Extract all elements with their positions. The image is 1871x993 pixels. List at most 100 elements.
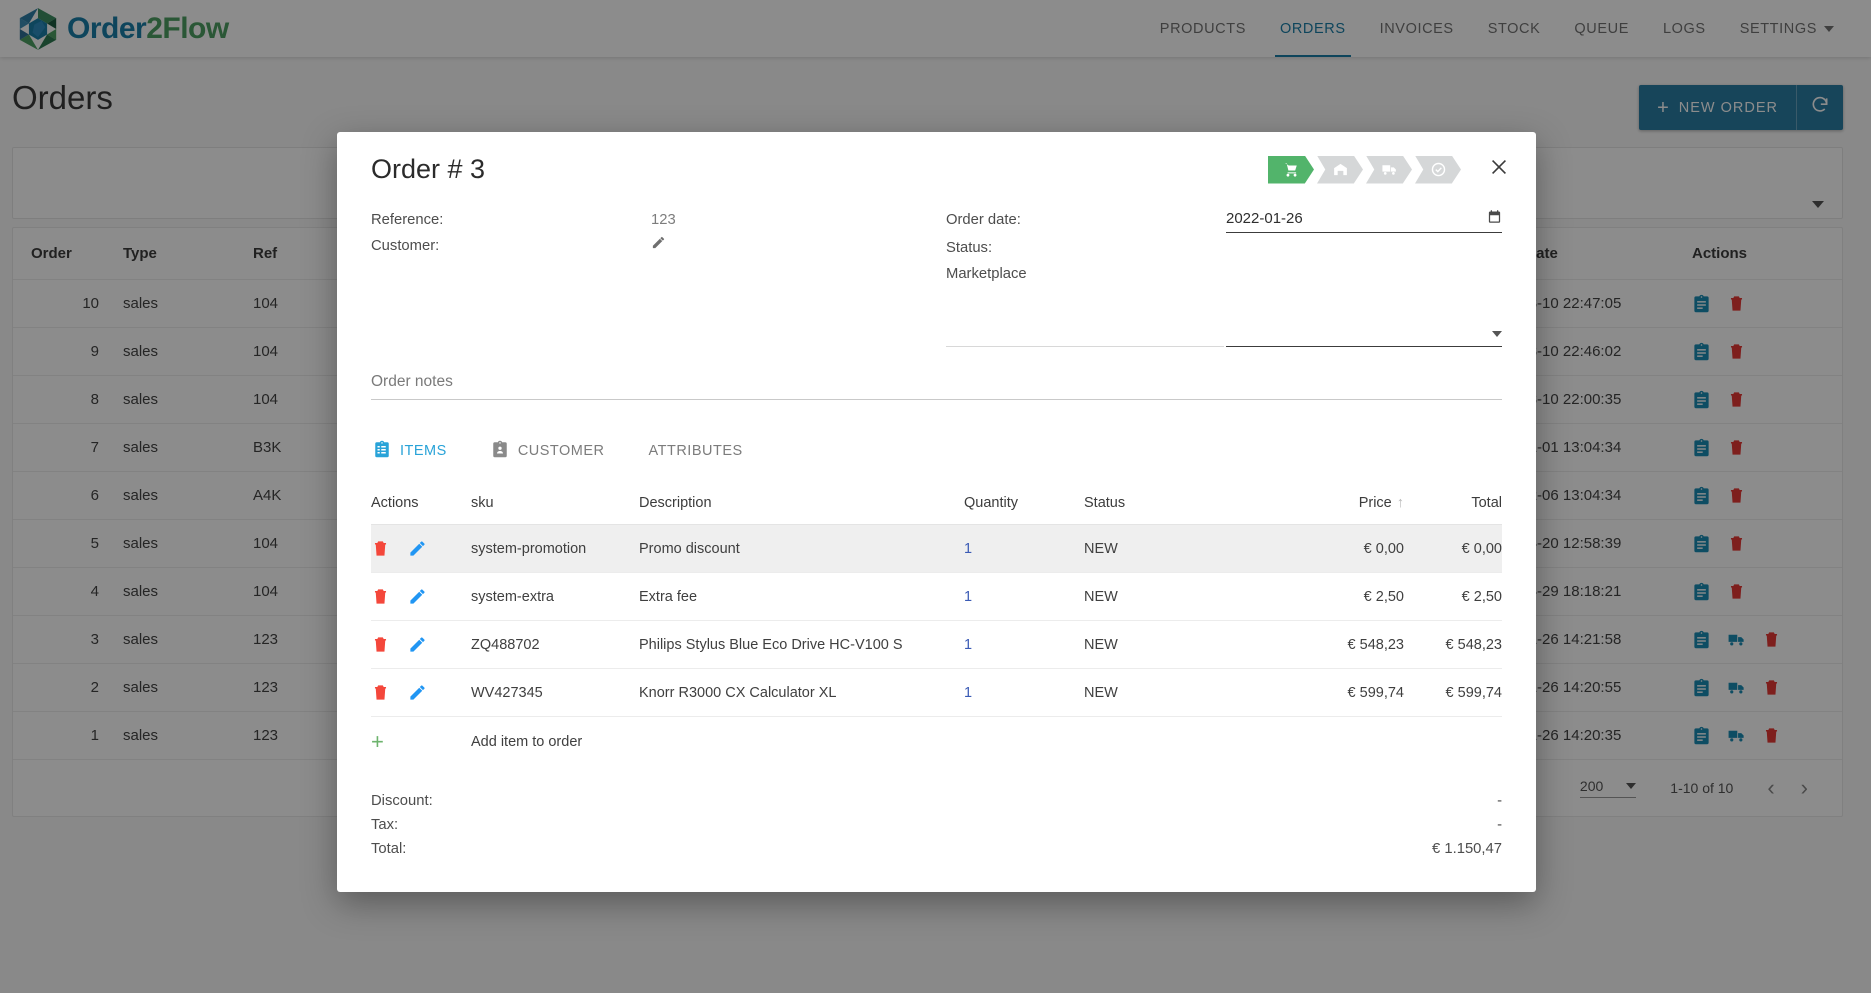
customer-label: Customer: bbox=[371, 238, 440, 254]
marketplace-label: Marketplace bbox=[946, 266, 1027, 282]
items-table-header: Actions sku Description Quantity Status … bbox=[371, 481, 1502, 525]
item-status: NEW bbox=[1084, 636, 1118, 653]
edit-item-icon[interactable] bbox=[408, 587, 427, 606]
order-fields-right: Order date: 2022-01-26 Status: Marketpla… bbox=[914, 209, 1502, 347]
modal-body: Reference: 123 Customer: Order date: 202… bbox=[337, 199, 1536, 892]
tab-label: ITEMS bbox=[400, 443, 447, 459]
order-date-value: 2022-01-26 bbox=[1226, 210, 1303, 227]
item-sku: system-promotion bbox=[471, 540, 587, 557]
items-column-total[interactable]: Total bbox=[1404, 495, 1502, 511]
items-column-price-label: Price bbox=[1358, 494, 1392, 511]
discount-label: Discount: bbox=[371, 793, 433, 809]
items-column-sku[interactable]: sku bbox=[471, 495, 639, 511]
item-total: € 548,23 bbox=[1445, 636, 1502, 653]
totals-row-total: Total: € 1.150,47 bbox=[371, 837, 1502, 861]
order-item-row[interactable]: system-extra Extra fee 1 NEW € 2,50 € 2,50 bbox=[371, 573, 1502, 621]
order-items-table: Actions sku Description Quantity Status … bbox=[371, 481, 1502, 767]
total-value: € 1.150,47 bbox=[1432, 841, 1502, 857]
edit-item-icon[interactable] bbox=[408, 683, 427, 702]
customer-edit-button[interactable] bbox=[651, 235, 666, 257]
calendar-icon[interactable] bbox=[1487, 209, 1502, 228]
item-total: € 2,50 bbox=[1461, 588, 1502, 605]
reference-label: Reference: bbox=[371, 212, 444, 228]
tax-label: Tax: bbox=[371, 817, 399, 833]
order-item-row[interactable]: ZQ488702 Philips Stylus Blue Eco Drive HC… bbox=[371, 621, 1502, 669]
order-notes-input[interactable]: Order notes bbox=[371, 373, 1502, 400]
item-description: Promo discount bbox=[639, 540, 740, 557]
item-quantity[interactable]: 1 bbox=[964, 589, 1084, 605]
discount-value: - bbox=[1497, 793, 1502, 809]
order-item-row[interactable]: system-promotion Promo discount 1 NEW € 0,00… bbox=[371, 525, 1502, 573]
tax-value: - bbox=[1497, 817, 1502, 833]
item-actions bbox=[371, 635, 471, 654]
status-step-warehouse[interactable] bbox=[1317, 155, 1363, 184]
pencil-icon bbox=[651, 236, 666, 254]
item-status: NEW bbox=[1084, 684, 1118, 701]
clipboard-user-icon bbox=[491, 440, 509, 462]
item-price: € 599,74 bbox=[1347, 684, 1404, 701]
total-label: Total: bbox=[371, 841, 407, 857]
items-column-quantity[interactable]: Quantity bbox=[964, 495, 1084, 511]
status-step-complete[interactable] bbox=[1415, 155, 1461, 184]
item-actions bbox=[371, 587, 471, 606]
edit-item-icon[interactable] bbox=[408, 539, 427, 558]
order-status-stepper bbox=[1268, 155, 1464, 184]
item-price: € 548,23 bbox=[1347, 636, 1404, 653]
marketplace-select[interactable] bbox=[1226, 321, 1502, 347]
items-column-actions: Actions bbox=[371, 494, 419, 511]
status-select[interactable] bbox=[946, 321, 1224, 347]
order-date-input[interactable]: 2022-01-26 bbox=[1226, 209, 1502, 233]
item-sku: ZQ488702 bbox=[471, 636, 540, 653]
edit-item-icon[interactable] bbox=[408, 635, 427, 654]
plus-icon: + bbox=[371, 729, 384, 754]
modal-tabs: ITEMS CUSTOMER ATTRIBUTES bbox=[371, 430, 1502, 475]
order-item-row[interactable]: WV427345 Knorr R3000 CX Calculator XL 1 NEW… bbox=[371, 669, 1502, 717]
add-item-row[interactable]: + Add item to order bbox=[371, 717, 1502, 767]
status-step-truck[interactable] bbox=[1366, 155, 1412, 184]
item-quantity[interactable]: 1 bbox=[964, 637, 1084, 653]
item-price: € 2,50 bbox=[1363, 588, 1404, 605]
tab-customer[interactable]: CUSTOMER bbox=[489, 430, 621, 474]
items-column-status[interactable]: Status bbox=[1084, 495, 1284, 511]
totals-row-tax: Tax: - bbox=[371, 813, 1502, 837]
reference-value: 123 bbox=[651, 212, 676, 228]
item-quantity[interactable]: 1 bbox=[964, 685, 1084, 701]
tab-items[interactable]: ITEMS bbox=[371, 430, 463, 474]
item-price: € 0,00 bbox=[1363, 540, 1404, 557]
close-button[interactable] bbox=[1488, 156, 1510, 183]
item-status: NEW bbox=[1084, 540, 1118, 557]
tab-label: ATTRIBUTES bbox=[648, 443, 743, 459]
marketplace-row: Marketplace bbox=[946, 263, 1502, 285]
order-date-label: Order date: bbox=[946, 212, 1021, 228]
clipboard-list-icon bbox=[373, 440, 391, 462]
item-actions bbox=[371, 683, 471, 702]
sort-ascending-icon: ↑ bbox=[1396, 494, 1404, 511]
items-column-price[interactable]: Price ↑ bbox=[1284, 495, 1404, 511]
status-step-cart[interactable] bbox=[1268, 155, 1314, 184]
chevron-down-icon bbox=[1492, 331, 1502, 337]
order-totals: Discount: - Tax: - Total: € 1.150,47 bbox=[371, 789, 1502, 861]
modal-title: Order # 3 bbox=[371, 154, 486, 184]
items-column-description[interactable]: Description bbox=[639, 495, 964, 511]
delete-item-icon[interactable] bbox=[371, 635, 390, 654]
delete-item-icon[interactable] bbox=[371, 587, 390, 606]
order-fields-left: Reference: 123 Customer: bbox=[371, 209, 914, 347]
item-quantity[interactable]: 1 bbox=[964, 541, 1084, 557]
status-label: Status: bbox=[946, 240, 993, 256]
delete-item-icon[interactable] bbox=[371, 539, 390, 558]
order-detail-modal: Order # 3 Reference: 123 Customer: Order… bbox=[337, 132, 1536, 892]
item-total: € 0,00 bbox=[1461, 540, 1502, 557]
item-sku: WV427345 bbox=[471, 684, 543, 701]
reference-row: Reference: 123 bbox=[371, 209, 914, 231]
item-total: € 599,74 bbox=[1445, 684, 1502, 701]
marketplace-select-row bbox=[946, 321, 1502, 347]
tab-label: CUSTOMER bbox=[517, 443, 605, 459]
delete-item-icon[interactable] bbox=[371, 683, 390, 702]
add-item-label: Add item to order bbox=[471, 734, 583, 750]
items-table-body: system-promotion Promo discount 1 NEW € 0,00… bbox=[371, 525, 1502, 717]
item-sku: system-extra bbox=[471, 588, 554, 605]
order-summary-fields: Reference: 123 Customer: Order date: 202… bbox=[371, 209, 1502, 347]
item-actions bbox=[371, 539, 471, 558]
order-date-row: Order date: 2022-01-26 bbox=[946, 209, 1502, 233]
tab-attributes[interactable]: ATTRIBUTES bbox=[647, 433, 759, 471]
